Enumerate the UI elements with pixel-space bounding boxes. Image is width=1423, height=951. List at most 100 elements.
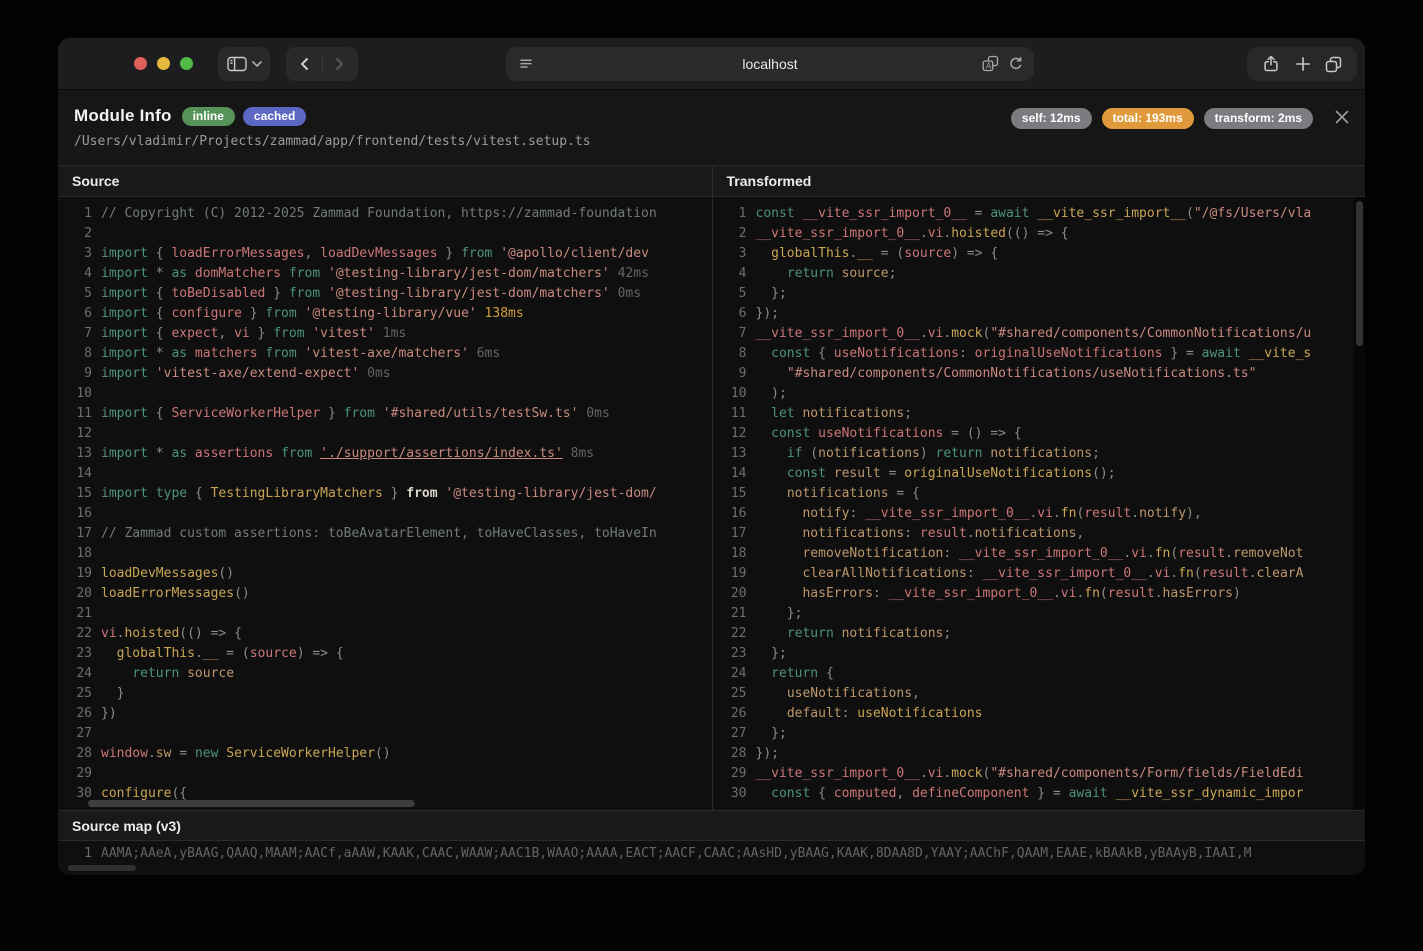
toolbar-right [1247,47,1357,81]
code-line: 26 default: useNotifications [713,704,1366,724]
line-number: 14 [76,466,92,481]
badge-inline: inline [181,106,235,126]
sidebar-toggle-button[interactable] [218,47,270,81]
code-line: 3 import { loadErrorMessages, loadDevMess… [58,244,712,264]
line-number: 8 [84,346,92,361]
browser-window: localhost A Module Info inline cached /U… [58,38,1365,875]
line-number: 19 [76,566,92,581]
line-number: 26 [730,706,747,721]
code-line: 26}) [58,704,712,724]
line-number: 7 [738,326,747,341]
translate-icon[interactable]: A [982,55,999,72]
forward-icon [336,58,343,70]
code-line: 3 globalThis.__ = (source) => { [713,244,1366,264]
line-number: 12 [730,426,747,441]
line-number: 5 [738,286,747,301]
close-window-button[interactable] [134,57,147,70]
timing-pill: transform: 2ms [1203,108,1313,129]
share-button[interactable] [1262,55,1280,73]
tabs-icon [1326,56,1342,72]
code-line: 9 import 'vitest-axe/extend-expect' 0ms [58,364,712,384]
code-line: 29 [58,764,712,784]
code-line: 4 return source; [713,264,1366,284]
code-line: 1 AAMA;AAeA,yBAAG,QAAQ,MAAM;AACf,aAAW,KAA… [58,844,1365,864]
line-number: 23 [76,646,92,661]
code-line: 4 import * as domMatchers from '@testing-… [58,264,712,284]
module-path: /Users/vladimir/Projects/zammad/app/fron… [74,134,591,149]
code-line: 1// Copyright (C) 2012-2025 Zammad Found… [58,204,712,224]
code-line: 25 useNotifications, [713,684,1366,704]
close-icon [1335,110,1349,124]
source-panel-title: Source [58,166,712,197]
line-number: 24 [76,666,92,681]
line-number: 17 [730,526,747,541]
line-number: 16 [76,506,92,521]
line-number: 16 [730,506,747,521]
line-number: 17 [76,526,92,541]
page-title: Module Info [74,106,172,125]
line-number: 1 [84,846,92,861]
line-number: 13 [76,446,92,461]
code-line: 27 [58,724,712,744]
close-button[interactable] [1333,108,1351,126]
line-number: 15 [730,486,747,501]
sourcemap-horizontal-scrollbar[interactable] [68,865,136,871]
code-line: 21 [58,604,712,624]
line-number: 25 [76,686,92,701]
line-number: 1 [738,206,747,221]
code-line: 28 window.sw = new ServiceWorkerHelper() [58,744,712,764]
line-number: 20 [730,586,747,601]
code-line: 2 __vite_ssr_import_0__.vi.hoisted(() => … [713,224,1366,244]
zoom-window-button[interactable] [180,57,193,70]
file-link[interactable]: './support/assertions/index.ts' [320,446,563,461]
new-tab-button[interactable] [1295,56,1311,72]
line-number: 11 [730,406,747,421]
timing-pill: self: 12ms [1010,108,1092,129]
line-number: 4 [738,266,747,281]
code-line: 13 if (notifications) return notificatio… [713,444,1366,464]
source-horizontal-scrollbar[interactable] [88,800,415,807]
line-number: 21 [76,606,92,621]
code-line: 23 }; [713,644,1366,664]
minimize-window-button[interactable] [157,57,170,70]
scrollbar-thumb[interactable] [1356,201,1363,346]
code-line: 13 import * as assertions from './support… [58,444,712,464]
code-line: 19 clearAllNotifications: __vite_ssr_imp… [713,564,1366,584]
line-number: 23 [730,646,747,661]
line-number: 13 [730,446,747,461]
code-line: 10 ); [713,384,1366,404]
code-line: 11 import { ServiceWorkerHelper } from '#… [58,404,712,424]
line-number: 7 [84,326,92,341]
sidebar-icon [226,56,247,72]
code-line: 22 vi.hoisted(() => { [58,624,712,644]
forward-button[interactable] [323,47,358,81]
reload-icon[interactable] [1008,56,1024,72]
sourcemap-panel: Source map (v3) 1 AAMA;AAeA,yBAAG,QAAQ,MA… [58,810,1365,875]
code-line: 5 import { toBeDisabled } from '@testing-… [58,284,712,304]
code-line: 24 return { [713,664,1366,684]
line-number: 29 [76,766,92,781]
tab-overview-button[interactable] [1325,56,1342,73]
code-line: 16 notify: __vite_ssr_import_0__.vi.fn(r… [713,504,1366,524]
code-line: 22 return notifications; [713,624,1366,644]
back-button[interactable] [287,47,322,81]
line-number: 22 [730,626,747,641]
code-line: 12 const useNotifications = () => { [713,424,1366,444]
line-number: 28 [730,746,747,761]
address-bar[interactable]: localhost A [506,47,1034,81]
line-number: 10 [730,386,747,401]
line-number: 30 [76,786,92,801]
module-info-header: Module Info inline cached /Users/vladimir… [58,90,1365,166]
line-number: 2 [738,226,747,241]
transformed-vertical-scrollbar[interactable] [1354,197,1365,810]
line-number: 27 [76,726,92,741]
line-number: 18 [76,546,92,561]
line-number: 14 [730,466,747,481]
code-line: 14 const result = originalUseNotificatio… [713,464,1366,484]
code-line: 23 globalThis.__ = (source) => { [58,644,712,664]
line-number: 22 [76,626,92,641]
code-line: 28}); [713,744,1366,764]
code-line: 21 }; [713,604,1366,624]
code-line: 15 notifications = { [713,484,1366,504]
line-number: 10 [76,386,92,401]
